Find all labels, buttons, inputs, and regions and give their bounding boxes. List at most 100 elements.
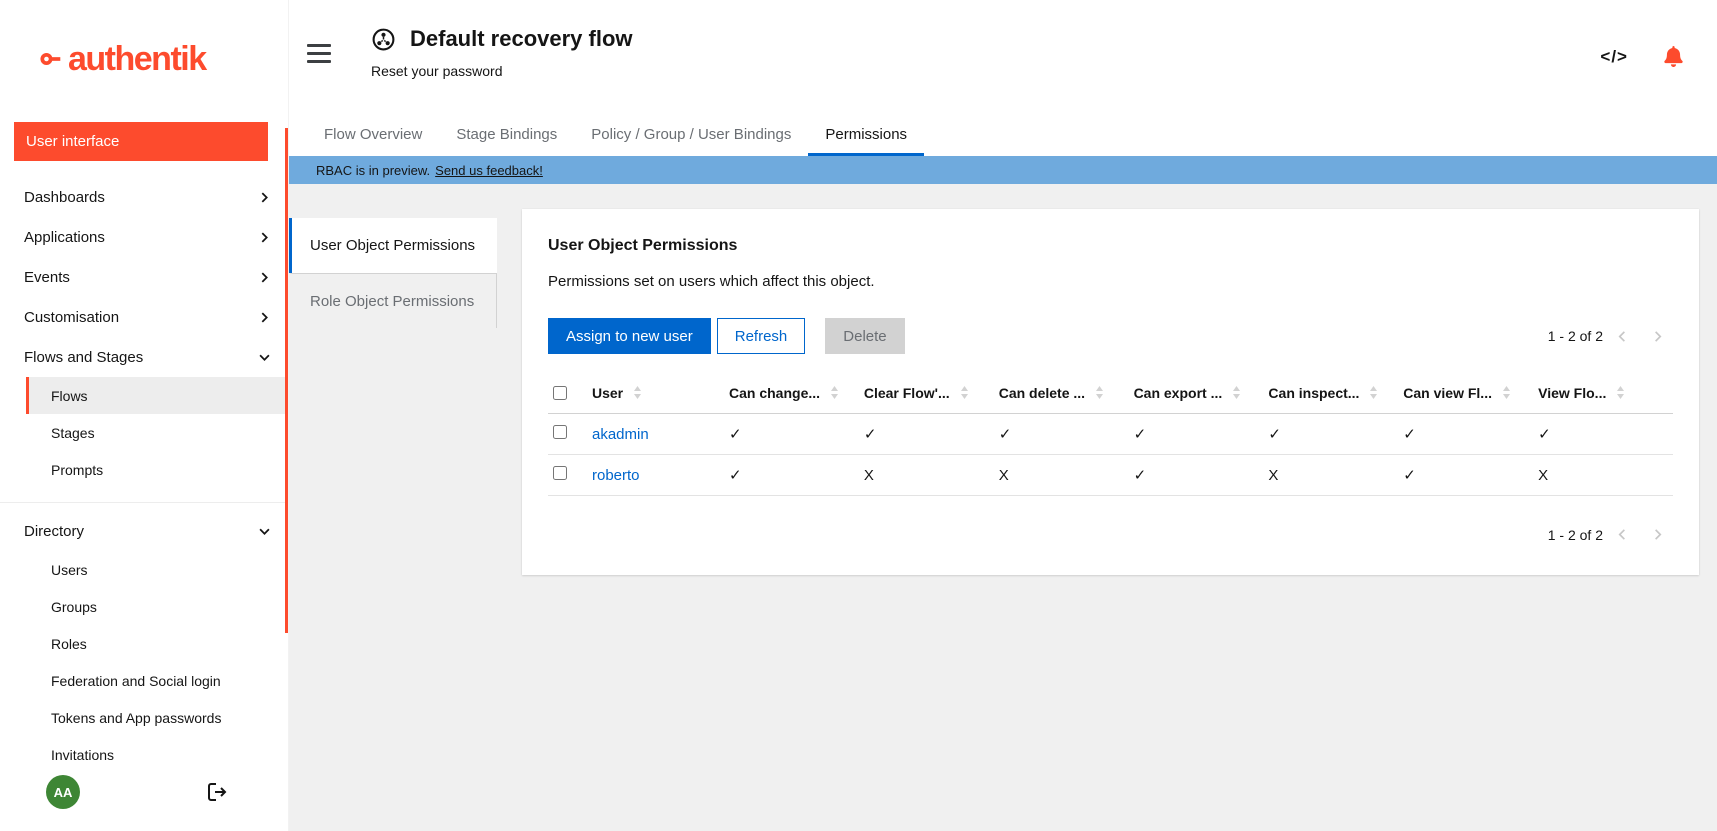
permissions-table: User Can change... Clear Flow'... Can de…: [548, 372, 1673, 496]
sidebar-item-stages[interactable]: Stages: [26, 414, 288, 451]
chevron-right-icon: [259, 272, 270, 283]
sidebar-item-label: Directory: [24, 523, 84, 540]
sidebar-item-label: Users: [51, 562, 88, 578]
sidebar: authentik User interface Dashboards Appl…: [0, 0, 289, 831]
sidebar-item-tokens[interactable]: Tokens and App passwords: [26, 699, 288, 736]
toolbar: Assign to new user Refresh Delete 1 - 2 …: [548, 318, 1673, 354]
notifications-bell-icon[interactable]: [1664, 46, 1683, 67]
sort-icon[interactable]: [830, 386, 839, 399]
tab-flow-overview[interactable]: Flow Overview: [307, 115, 439, 156]
feedback-link[interactable]: Send us feedback!: [435, 163, 543, 178]
authentik-logo-icon: [40, 48, 64, 70]
header-icons: </>: [1600, 46, 1697, 67]
main-area: Default recovery flow Reset your passwor…: [289, 0, 1717, 831]
perm-cell: X: [1538, 467, 1673, 484]
api-drawer-icon[interactable]: </>: [1600, 47, 1628, 67]
user-link[interactable]: roberto: [592, 467, 640, 484]
sidebar-item-prompts[interactable]: Prompts: [26, 451, 288, 488]
pagination-prev-icon[interactable]: [1607, 328, 1638, 345]
perm-cell: ✓: [1134, 425, 1269, 443]
table-row: akadmin ✓ ✓ ✓ ✓ ✓ ✓ ✓: [548, 414, 1673, 455]
perm-cell: ✓: [999, 425, 1134, 443]
sidebar-item-label: Invitations: [51, 747, 114, 763]
table-header-row: User Can change... Clear Flow'... Can de…: [548, 372, 1673, 414]
rbac-preview-banner: RBAC is in preview. Send us feedback!: [289, 156, 1717, 184]
sort-icon[interactable]: [1232, 386, 1241, 399]
assign-to-new-user-button[interactable]: Assign to new user: [548, 318, 711, 354]
sort-icon[interactable]: [1369, 386, 1378, 399]
logout-button[interactable]: [208, 783, 228, 801]
sidebar-item-label: Applications: [24, 229, 105, 246]
sort-icon[interactable]: [960, 386, 969, 399]
sidebar-scrollbar-accent: [285, 128, 288, 633]
avatar[interactable]: AA: [46, 775, 80, 809]
pagination-prev-icon[interactable]: [1607, 526, 1638, 543]
flow-icon: [371, 27, 396, 52]
row-checkbox[interactable]: [553, 425, 567, 439]
chevron-right-icon: [259, 232, 270, 243]
sidebar-item-users[interactable]: Users: [26, 551, 288, 588]
tab-bar: Flow Overview Stage Bindings Policy / Gr…: [289, 115, 1717, 156]
sort-icon[interactable]: [1502, 386, 1511, 399]
sidebar-item-label: Roles: [51, 636, 87, 652]
hamburger-menu-icon[interactable]: [307, 44, 331, 63]
sidebar-item-customisation[interactable]: Customisation: [0, 297, 288, 337]
page-subtitle: Reset your password: [371, 63, 633, 79]
pagination-next-icon[interactable]: [1642, 526, 1673, 543]
banner-text: RBAC is in preview.: [316, 163, 430, 178]
perm-cell: ✓: [1403, 425, 1538, 443]
app-logo[interactable]: authentik: [0, 0, 288, 118]
sidebar-item-federation[interactable]: Federation and Social login: [26, 662, 288, 699]
delete-button[interactable]: Delete: [825, 318, 904, 354]
sidebar-nav: Dashboards Applications Events Customisa…: [0, 177, 288, 767]
pagination-top: 1 - 2 of 2: [1548, 328, 1673, 345]
user-link[interactable]: akadmin: [592, 426, 649, 443]
select-all-checkbox[interactable]: [553, 386, 567, 400]
sidebar-item-dashboards[interactable]: Dashboards: [0, 177, 288, 217]
card-description: Permissions set on users which affect th…: [548, 273, 1673, 290]
vtab-user-object-permissions[interactable]: User Object Permissions: [289, 218, 497, 273]
title-block: Default recovery flow Reset your passwor…: [371, 26, 633, 79]
sidebar-item-label: Dashboards: [24, 189, 105, 206]
logout-icon: [208, 783, 228, 801]
pagination-bottom: 1 - 2 of 2: [1548, 526, 1673, 543]
sidebar-item-groups[interactable]: Groups: [26, 588, 288, 625]
sort-icon[interactable]: [1095, 386, 1104, 399]
sidebar-item-applications[interactable]: Applications: [0, 217, 288, 257]
sidebar-item-label: Tokens and App passwords: [51, 710, 221, 726]
sidebar-item-events[interactable]: Events: [0, 257, 288, 297]
sidebar-item-invitations[interactable]: Invitations: [26, 736, 288, 767]
tab-permissions[interactable]: Permissions: [808, 115, 924, 156]
perm-cell: ✓: [864, 425, 999, 443]
row-checkbox[interactable]: [553, 466, 567, 480]
page-title: Default recovery flow: [410, 26, 633, 52]
sidebar-item-flows[interactable]: Flows: [26, 377, 288, 414]
sort-icon[interactable]: [1616, 386, 1625, 399]
sidebar-item-directory[interactable]: Directory: [0, 511, 288, 551]
perm-cell: ✓: [729, 466, 864, 484]
tab-policy-group-user-bindings[interactable]: Policy / Group / User Bindings: [574, 115, 808, 156]
perm-cell: ✓: [1403, 466, 1538, 484]
sidebar-item-roles[interactable]: Roles: [26, 625, 288, 662]
sidebar-item-label: Prompts: [51, 462, 103, 478]
content-area: User Object Permissions Role Object Perm…: [289, 184, 1717, 831]
sidebar-item-flows-and-stages[interactable]: Flows and Stages: [0, 337, 288, 377]
refresh-button[interactable]: Refresh: [717, 318, 806, 354]
perm-cell: X: [1268, 467, 1403, 484]
sort-icon[interactable]: [633, 386, 642, 399]
chevron-down-icon: [259, 526, 270, 537]
pagination-label: 1 - 2 of 2: [1548, 328, 1603, 344]
vertical-tabs: User Object Permissions Role Object Perm…: [289, 218, 497, 328]
permissions-card: User Object Permissions Permissions set …: [522, 209, 1699, 575]
vtab-role-object-permissions[interactable]: Role Object Permissions: [289, 273, 497, 328]
pagination-next-icon[interactable]: [1642, 328, 1673, 345]
tab-stage-bindings[interactable]: Stage Bindings: [439, 115, 574, 156]
nav-divider: [0, 502, 288, 503]
sidebar-item-user-interface[interactable]: User interface: [14, 122, 268, 161]
perm-cell: X: [864, 467, 999, 484]
table-row: roberto ✓ X X ✓ X ✓ X: [548, 455, 1673, 496]
chevron-right-icon: [259, 312, 270, 323]
perm-cell: ✓: [1538, 425, 1673, 443]
app-logo-text: authentik: [68, 40, 206, 79]
chevron-down-icon: [259, 352, 270, 363]
